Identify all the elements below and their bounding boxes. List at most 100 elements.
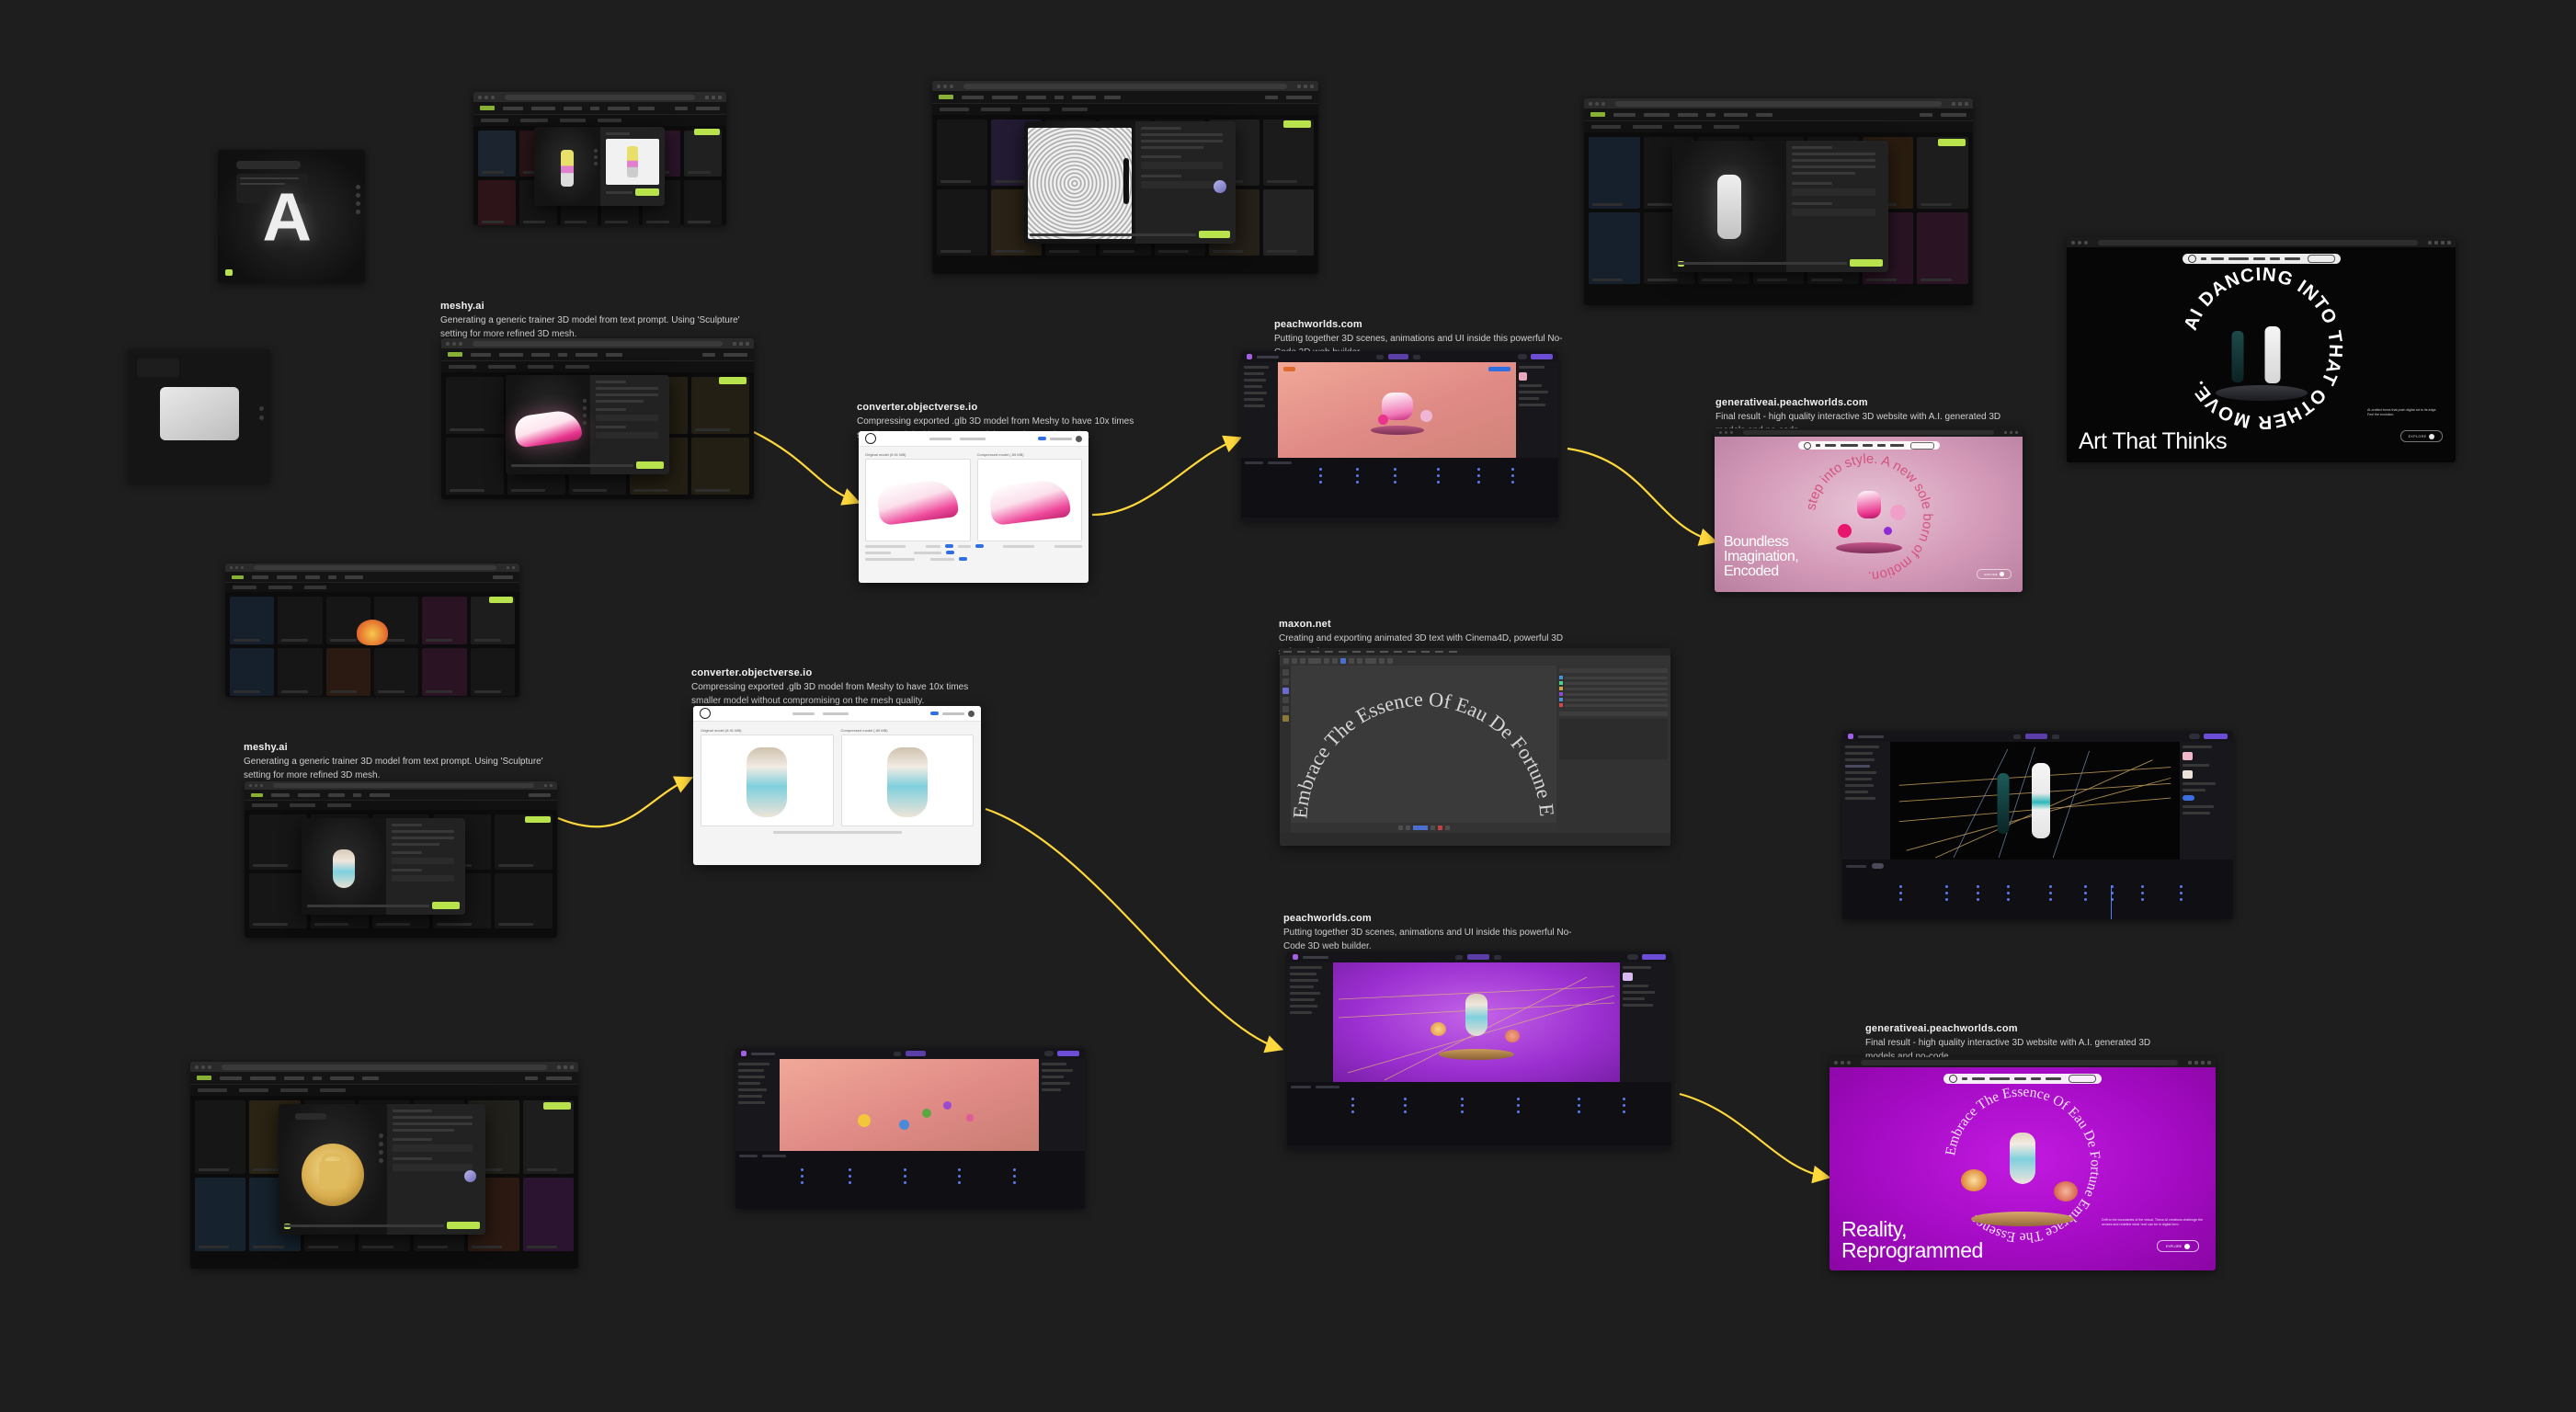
meshy-shoe-app[interactable] [441, 338, 754, 499]
model-viewport[interactable] [506, 375, 591, 474]
asset-card[interactable] [1262, 120, 1314, 186]
hero-explore-button[interactable]: EXPLORE [2157, 1240, 2199, 1252]
browser-bar[interactable] [1829, 1057, 2216, 1067]
asset-card[interactable] [1262, 189, 1314, 256]
download-button[interactable] [447, 1222, 480, 1229]
asset-card[interactable] [325, 648, 370, 696]
address-bar[interactable] [254, 565, 496, 570]
asset-card[interactable] [1917, 212, 1968, 284]
c4d-material-manager[interactable] [1559, 719, 1668, 759]
address-bar[interactable] [473, 340, 723, 347]
address-bar[interactable] [1615, 100, 1942, 107]
meshy-tabs[interactable] [473, 115, 726, 126]
asset-card[interactable] [230, 597, 275, 644]
meshy-lotus-app[interactable] [225, 564, 519, 697]
converter-perfume-panel[interactable]: Original model (8.91 MB) Compressed mode… [693, 706, 981, 865]
color-swatch[interactable] [1623, 973, 1633, 981]
stage-toolbar[interactable] [1283, 367, 1295, 371]
meshy-perfume-app[interactable] [245, 781, 557, 938]
modal-sidebar[interactable] [1030, 121, 1236, 244]
download-button[interactable] [1199, 231, 1230, 238]
model-viewport[interactable] [534, 127, 601, 206]
download-button[interactable] [225, 269, 233, 276]
modal-sidebar[interactable] [1678, 141, 1888, 272]
address-bar[interactable] [1861, 1059, 2178, 1065]
meshy-tabs[interactable] [1584, 121, 1973, 132]
viewer-side-tools[interactable] [356, 185, 360, 214]
viewport-tools[interactable] [583, 399, 587, 425]
editor-body[interactable] [1241, 362, 1558, 458]
playhead[interactable] [2110, 885, 2113, 919]
viewport-3d[interactable] [780, 1059, 1039, 1151]
address-bar[interactable] [273, 783, 534, 788]
tab-mesh-detail[interactable] [823, 712, 849, 715]
asset-card[interactable] [495, 873, 553, 928]
site-nav[interactable] [2182, 254, 2341, 264]
modal-sidebar[interactable] [307, 818, 465, 915]
browser-bar[interactable] [225, 564, 519, 572]
preview-button[interactable] [906, 1051, 926, 1056]
preview-button[interactable] [2025, 734, 2047, 739]
peachworlds-scene-editor[interactable] [735, 1048, 1085, 1209]
viewport-3d[interactable] [1333, 962, 1620, 1082]
meshy-tabs[interactable] [441, 361, 754, 372]
tab-general[interactable] [929, 437, 952, 440]
new-generation-button[interactable] [694, 129, 720, 135]
meshy-nav[interactable] [441, 348, 754, 361]
site-nav[interactable] [1797, 441, 1940, 450]
download-button[interactable] [635, 188, 659, 196]
auto-keyframe-toggle[interactable] [1872, 863, 1884, 869]
asset-card[interactable] [373, 648, 419, 696]
browser-bar[interactable] [190, 1062, 578, 1072]
properties-panel[interactable] [1516, 362, 1558, 458]
editor-toolbar[interactable] [1287, 951, 1671, 962]
meshy-nav[interactable] [225, 572, 519, 583]
viewport-tools[interactable] [594, 149, 598, 165]
asset-card[interactable] [522, 1178, 574, 1251]
scene-tree-panel[interactable] [1842, 742, 1890, 860]
asset-card[interactable] [249, 873, 307, 928]
editor-body[interactable] [735, 1059, 1085, 1151]
c4d-toolbar[interactable] [1280, 655, 1670, 666]
asset-card[interactable] [1589, 212, 1640, 284]
asset-card[interactable] [278, 597, 323, 644]
asset-card[interactable] [684, 180, 722, 225]
meshy-nav[interactable] [932, 91, 1318, 104]
c4d-playbar[interactable] [1291, 823, 1556, 833]
peachworlds-dancer-editor[interactable] [1842, 731, 2233, 919]
modal-sidebar[interactable] [511, 375, 669, 474]
asset-card[interactable] [937, 120, 988, 186]
viewport-tools[interactable] [379, 1133, 384, 1163]
meshy-character-app[interactable] [473, 92, 726, 225]
new-generation-button[interactable] [719, 377, 747, 384]
publish-button[interactable] [1531, 354, 1553, 359]
publish-button[interactable] [2204, 734, 2228, 739]
meshy-tabs[interactable] [932, 104, 1318, 115]
asset-card[interactable] [478, 180, 516, 225]
meshy-nav[interactable] [1584, 108, 1973, 121]
perfume-modal[interactable] [302, 818, 465, 915]
reality-reprogrammed-website[interactable]: Embrace The Essence Of Eau De Fortune Em… [1829, 1057, 2216, 1270]
modal-sidebar[interactable] [284, 1104, 485, 1235]
model-viewport[interactable] [1672, 141, 1786, 272]
preview-button[interactable] [1388, 354, 1408, 359]
scene-tree-panel[interactable] [1241, 362, 1278, 458]
viewport-3d[interactable] [1890, 742, 2180, 860]
asset-card[interactable] [422, 597, 467, 644]
scene-tree-panel[interactable] [735, 1059, 780, 1151]
converter-shoe-panel[interactable]: Original model (8.91 MB) Compressed mode… [859, 431, 1089, 583]
address-bar[interactable] [222, 1064, 547, 1070]
browser-bar[interactable] [441, 338, 754, 348]
publish-button[interactable] [1057, 1051, 1079, 1056]
asset-card[interactable] [230, 648, 275, 696]
tab-mesh-detail[interactable] [959, 437, 986, 440]
browser-bar[interactable] [2067, 237, 2456, 247]
address-bar[interactable] [2098, 239, 2418, 245]
asset-card[interactable] [422, 648, 467, 696]
editor-toolbar[interactable] [1842, 731, 2233, 742]
peachworlds-shoe-editor[interactable] [1241, 351, 1558, 521]
meshy-tabs[interactable] [190, 1085, 578, 1096]
robot-modal[interactable] [1672, 141, 1888, 272]
animation-timeline[interactable] [1287, 1082, 1671, 1145]
c4d-menubar[interactable] [1280, 648, 1670, 655]
